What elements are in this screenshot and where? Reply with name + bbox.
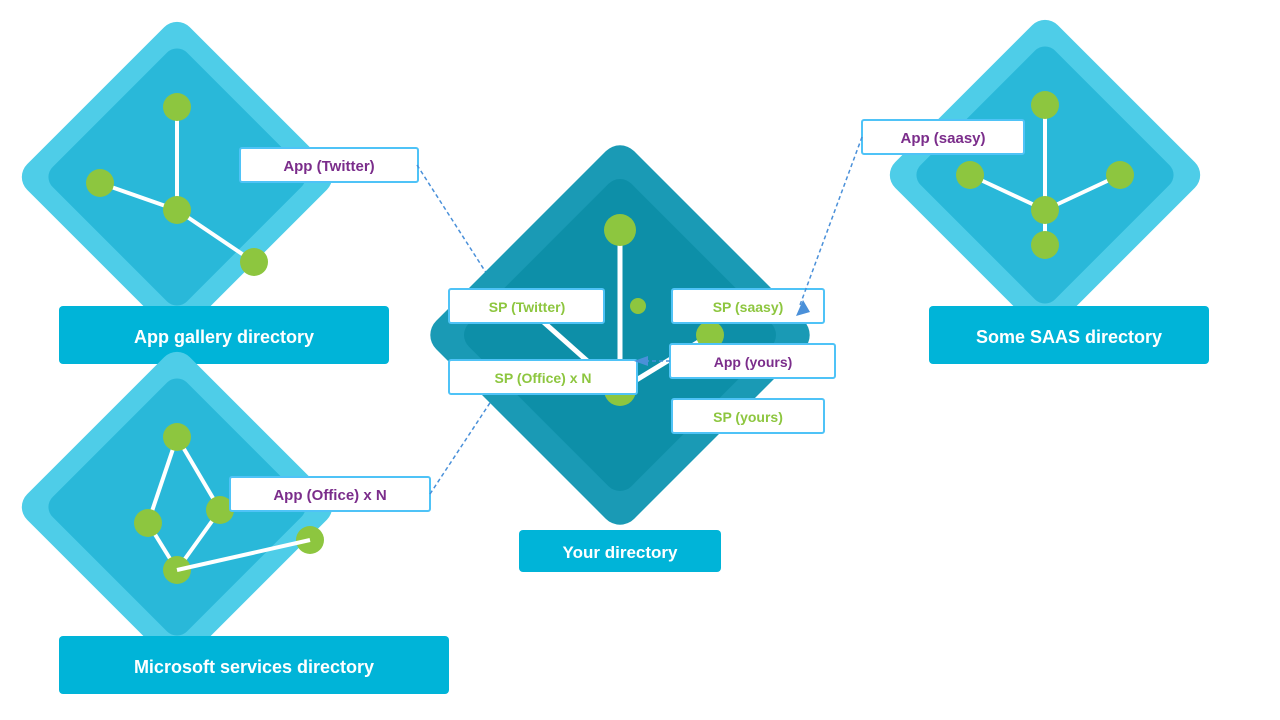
diagram-container: App gallery directory Microsoft services… [0,0,1280,720]
